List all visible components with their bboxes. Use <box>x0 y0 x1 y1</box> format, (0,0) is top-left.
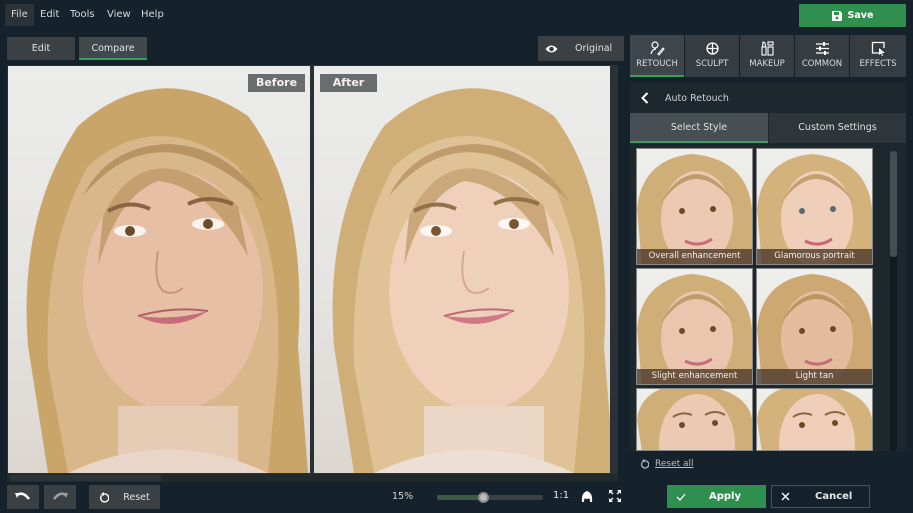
style-preview-image <box>637 274 752 384</box>
eye-icon <box>545 45 558 52</box>
zoom-percentage: 15% <box>392 491 414 502</box>
tab-common-label: COMMON <box>801 59 843 69</box>
save-button[interactable]: Save <box>799 4 906 27</box>
after-label: After <box>320 74 377 92</box>
tab-sculpt-label: SCULPT <box>695 59 729 69</box>
menu-help[interactable]: Help <box>135 4 170 26</box>
tab-retouch-label: RETOUCH <box>636 59 678 69</box>
tab-effects[interactable]: EFFECTS <box>850 35 906 77</box>
retouch-panel: RETOUCH SCULPT MAKEUP COMMON EFFECTS Aut… <box>628 35 906 513</box>
style-thumb-5[interactable] <box>636 388 753 451</box>
apply-label: Apply <box>709 491 742 502</box>
before-photo: Before <box>8 66 310 473</box>
zoom-slider-fill <box>437 495 484 500</box>
original-label: Original <box>575 43 613 54</box>
tab-retouch[interactable]: RETOUCH <box>630 35 684 77</box>
effects-icon <box>871 41 885 56</box>
style-thumb-slight-enhancement[interactable]: Slight enhancement <box>636 268 753 385</box>
reset-label: Reset <box>123 491 150 503</box>
cancel-button[interactable]: Cancel <box>771 485 870 508</box>
compare-mode-button[interactable]: Compare <box>79 37 147 60</box>
style-thumb-overall-enhancement[interactable]: Overall enhancement <box>636 148 753 265</box>
style-label: Overall enhancement <box>637 249 752 264</box>
actual-size-button[interactable]: 1:1 <box>553 490 569 501</box>
style-thumb-light-tan[interactable]: Light tan <box>756 268 873 385</box>
canvas-horizontal-scrollbar[interactable] <box>7 474 618 482</box>
checkmark-icon <box>676 493 686 501</box>
style-label: Light tan <box>757 369 872 384</box>
style-preview-image <box>757 154 872 264</box>
style-label: Slight enhancement <box>637 369 752 384</box>
back-chevron-icon[interactable] <box>641 92 649 104</box>
menu-file[interactable]: File <box>5 4 34 26</box>
style-thumb-glamorous-portrait[interactable]: Glamorous portrait <box>756 148 873 265</box>
close-icon <box>781 492 790 501</box>
portrait-after-image <box>332 88 610 473</box>
style-preview-image <box>637 389 752 450</box>
sliders-icon <box>815 42 829 55</box>
tab-common[interactable]: COMMON <box>795 35 849 77</box>
subtab-select-style[interactable]: Select Style <box>630 113 768 143</box>
fullscreen-icon[interactable] <box>608 489 622 503</box>
style-preview-image <box>637 154 752 264</box>
menu-view[interactable]: View <box>101 4 137 26</box>
compare-canvas[interactable]: Before After <box>7 65 618 482</box>
panel-header: Auto Retouch <box>630 83 906 113</box>
after-photo: After <box>314 66 610 473</box>
reset-icon <box>100 491 110 503</box>
makeup-icon <box>760 41 774 56</box>
tab-effects-label: EFFECTS <box>859 59 897 69</box>
menu-edit[interactable]: Edit <box>34 4 65 26</box>
style-thumb-6[interactable] <box>756 388 873 451</box>
style-preview-image <box>757 274 872 384</box>
undo-icon <box>15 492 30 500</box>
style-label: Glamorous portrait <box>757 249 872 264</box>
apply-button[interactable]: Apply <box>667 485 766 508</box>
panel-title: Auto Retouch <box>665 92 729 104</box>
bottom-toolbar: Reset 15% 1:1 <box>0 482 630 513</box>
portrait-before-image <box>26 88 308 473</box>
menu-tools[interactable]: Tools <box>64 4 101 26</box>
reset-all-label: Reset all <box>655 459 694 469</box>
tab-makeup[interactable]: MAKEUP <box>740 35 794 77</box>
retouch-icon <box>649 41 665 56</box>
menu-bar: File Edit Tools View Help Save <box>0 0 913 30</box>
style-preview-image <box>757 389 872 450</box>
styles-scroll-thumb[interactable] <box>890 151 897 257</box>
redo-icon <box>53 492 68 500</box>
tab-makeup-label: MAKEUP <box>749 59 785 69</box>
canvas-horizontal-scroll-thumb[interactable] <box>10 475 161 481</box>
subtab-custom-settings[interactable]: Custom Settings <box>769 113 906 143</box>
sculpt-icon <box>705 42 719 55</box>
reset-all-link[interactable]: Reset all <box>640 459 694 469</box>
original-button[interactable]: Original <box>538 36 624 61</box>
zoom-slider[interactable] <box>437 492 543 503</box>
before-label: Before <box>248 74 305 92</box>
tab-sculpt[interactable]: SCULPT <box>685 35 739 77</box>
reset-button[interactable]: Reset <box>89 485 160 509</box>
redo-button[interactable] <box>44 485 76 509</box>
head-silhouette-icon[interactable] <box>580 489 594 503</box>
styles-scrollbar[interactable] <box>890 151 897 451</box>
undo-button[interactable] <box>7 485 39 509</box>
zoom-slider-thumb[interactable] <box>478 492 490 503</box>
edit-mode-button[interactable]: Edit <box>7 37 75 60</box>
reset-icon <box>640 459 649 469</box>
auto-retouch-section: Auto Retouch Select Style Custom Setting… <box>630 83 906 451</box>
canvas-vertical-scrollbar[interactable] <box>610 65 618 473</box>
save-label: Save <box>847 10 874 21</box>
floppy-disk-icon <box>831 10 842 21</box>
cancel-label: Cancel <box>815 491 853 502</box>
